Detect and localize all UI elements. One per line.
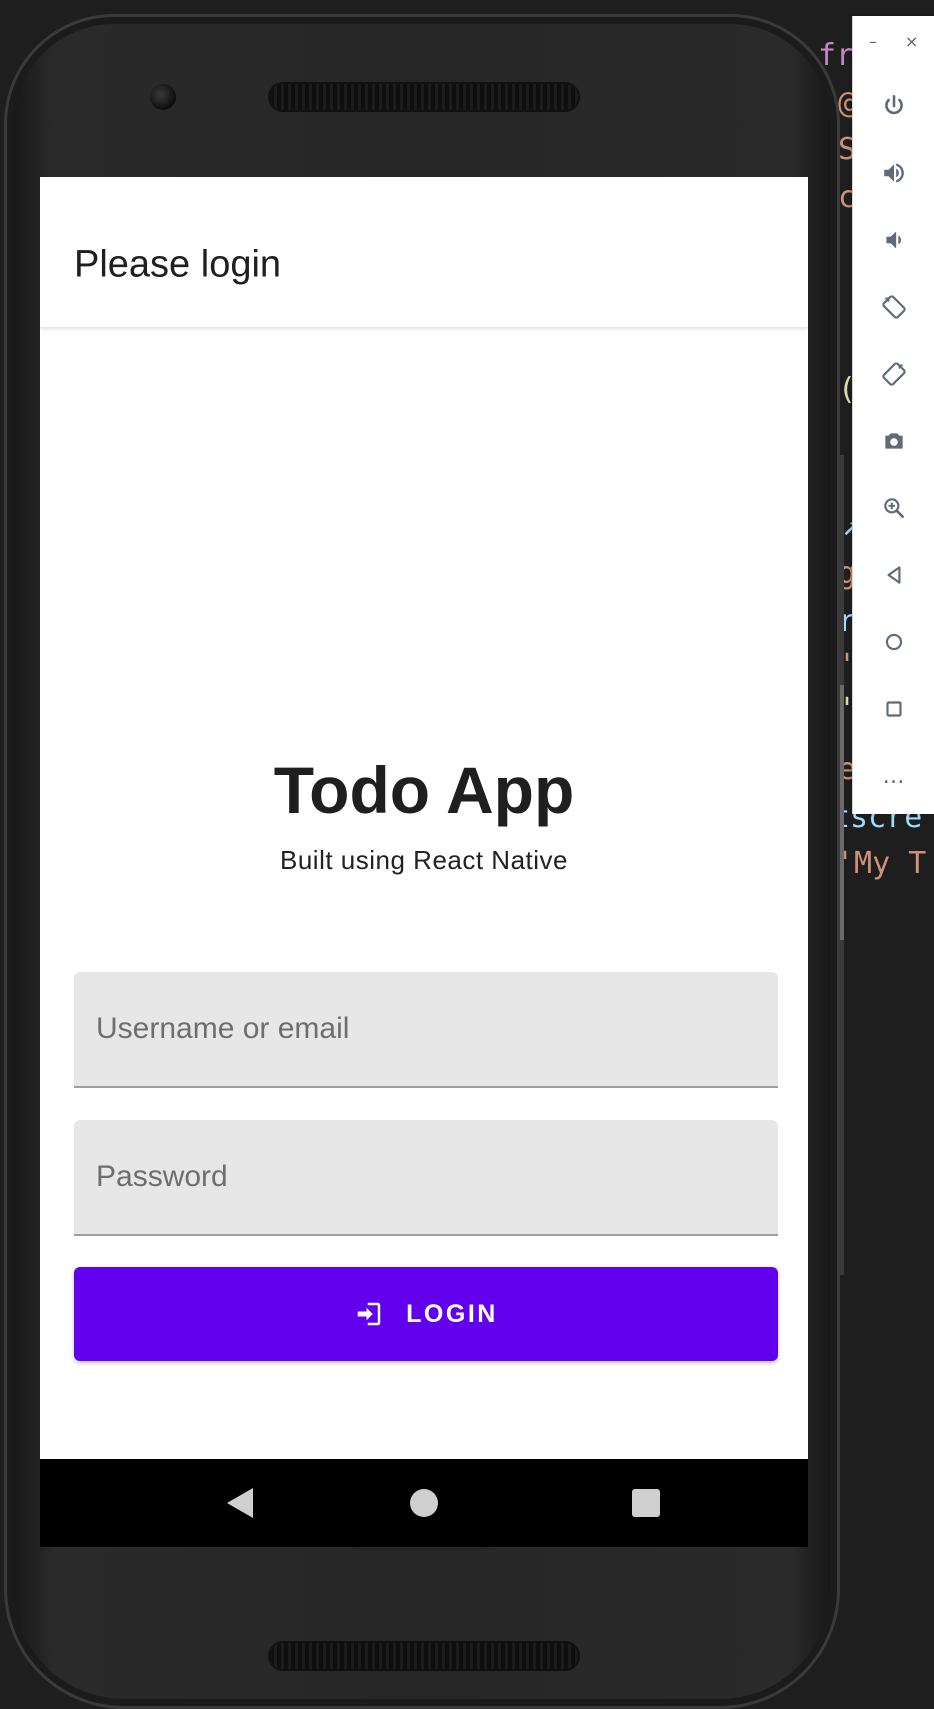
- app-bar: Please login: [40, 177, 808, 327]
- rotate-left-icon: [882, 295, 906, 319]
- zoom-icon: [884, 498, 904, 518]
- home-icon: [885, 633, 903, 651]
- login-icon: [354, 1299, 384, 1329]
- app-name-heading: Todo App: [273, 753, 575, 827]
- volume-down-button[interactable]: [853, 217, 934, 263]
- power-icon: [885, 94, 903, 115]
- emulator-overview-button[interactable]: [853, 686, 934, 732]
- close-button[interactable]: ×: [905, 32, 918, 51]
- rotate-left-button[interactable]: [853, 284, 934, 330]
- emulator-home-button[interactable]: [853, 619, 934, 665]
- camera-icon: [885, 433, 903, 449]
- bottom-speaker-grille: [270, 1643, 578, 1669]
- username-input[interactable]: [74, 972, 778, 1086]
- password-input[interactable]: [74, 1120, 778, 1234]
- phone-screen: Please login Todo App Built using React …: [40, 177, 808, 1547]
- home-circle-icon: [410, 1489, 438, 1517]
- power-button[interactable]: [853, 83, 934, 129]
- emulator-back-button[interactable]: [853, 552, 934, 598]
- phone-device-frame: Please login Todo App Built using React …: [4, 14, 840, 1709]
- more-button[interactable]: …: [853, 753, 934, 799]
- zoom-button[interactable]: [853, 485, 934, 531]
- back-triangle-icon: [227, 1488, 253, 1518]
- nav-home-button[interactable]: [364, 1459, 484, 1547]
- desktop: 1 import * as React from 'react'; 2 fr@S…: [0, 0, 934, 1709]
- more-icon: …: [882, 763, 906, 789]
- top-speaker-grille: [270, 84, 578, 110]
- editor-scrollbar-thumb[interactable]: [840, 685, 844, 940]
- back-icon: [887, 566, 901, 584]
- emulator-window-controls: – ×: [853, 16, 934, 76]
- app-bar-title: Please login: [74, 243, 282, 286]
- front-camera: [150, 84, 176, 110]
- android-nav-bar: [40, 1459, 808, 1547]
- emulator-toolbar: – × …: [852, 16, 934, 814]
- login-screen: Todo App Built using React Native L: [40, 327, 808, 1437]
- volume-down-icon: [886, 231, 902, 249]
- nav-recents-button[interactable]: [586, 1459, 706, 1547]
- password-field[interactable]: [74, 1120, 778, 1236]
- login-button-label: LOGIN: [406, 1299, 498, 1328]
- code-fragment: 'My T: [836, 846, 927, 881]
- rotate-right-icon: [882, 362, 906, 386]
- rotate-right-button[interactable]: [853, 351, 934, 397]
- username-field[interactable]: [74, 972, 778, 1088]
- login-button[interactable]: LOGIN: [74, 1267, 778, 1361]
- volume-up-button[interactable]: [853, 150, 934, 196]
- recents-square-icon: [632, 1489, 660, 1517]
- overview-icon: [886, 701, 902, 717]
- screenshot-button[interactable]: [853, 418, 934, 464]
- volume-up-icon: [884, 163, 904, 183]
- app-subtitle: Built using React Native: [279, 845, 569, 875]
- minimize-button[interactable]: –: [869, 32, 877, 51]
- nav-back-button[interactable]: [180, 1459, 300, 1547]
